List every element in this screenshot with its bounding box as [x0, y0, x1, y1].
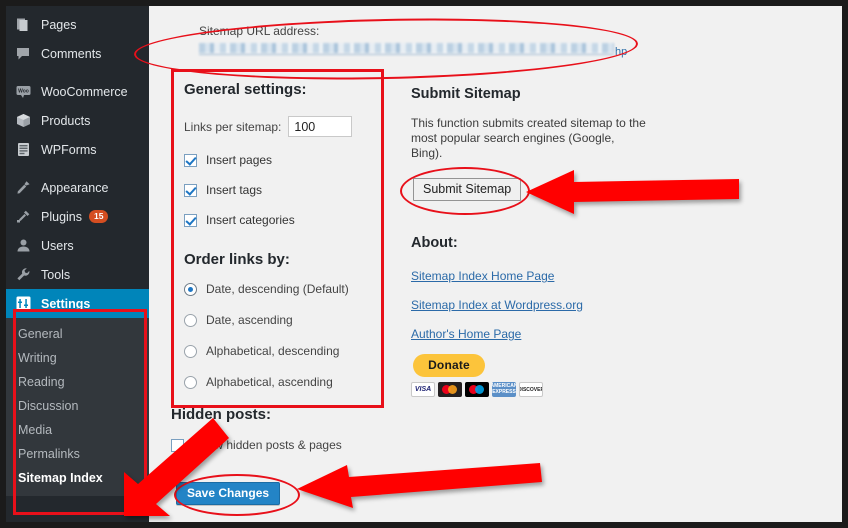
order-date-desc-row[interactable]: Date, descending (Default) — [184, 282, 349, 296]
save-changes-button[interactable]: Save Changes — [176, 482, 281, 505]
order-date-asc-label: Date, ascending — [206, 313, 293, 327]
order-date-asc-row[interactable]: Date, ascending — [184, 313, 293, 327]
insert-pages-row[interactable]: Insert pages — [184, 153, 272, 167]
visa-icon: VISA — [411, 382, 435, 397]
sidebar-item-general[interactable]: General — [6, 322, 149, 346]
sidebar-item-label: Users — [41, 238, 74, 253]
accepted-cards: VISA AMERICAN EXPRESS DISCOVER — [411, 382, 543, 397]
insert-categories-row[interactable]: Insert categories — [184, 213, 295, 227]
screenshot-frame: Pages Comments Woo WooCommerce Products — [0, 0, 848, 528]
order-alpha-asc-row[interactable]: Alphabetical, ascending — [184, 375, 333, 389]
insert-categories-label: Insert categories — [206, 213, 295, 227]
show-hidden-posts-row[interactable]: Show hidden posts & pages — [171, 438, 342, 452]
sidebar-item-media[interactable]: Media — [6, 418, 149, 442]
order-date-desc-label: Date, descending (Default) — [206, 282, 349, 296]
insert-tags-label: Insert tags — [206, 183, 263, 197]
links-per-sitemap-label: Links per sitemap: — [184, 119, 282, 134]
sidebar-separator — [6, 164, 149, 173]
wp-admin-sidebar: Pages Comments Woo WooCommerce Products — [6, 6, 157, 522]
order-links-title: Order links by: — [184, 251, 290, 268]
tools-icon — [15, 266, 32, 283]
sitemap-url-block: Sitemap URL address: — [199, 24, 614, 55]
order-alpha-asc-radio[interactable] — [184, 375, 197, 389]
wpforms-icon — [15, 141, 32, 158]
mastercard-icon — [438, 382, 462, 397]
order-alpha-desc-row[interactable]: Alphabetical, descending — [184, 344, 339, 358]
sidebar-item-tools[interactable]: Tools — [6, 260, 149, 289]
sidebar-item-users[interactable]: Users — [6, 231, 149, 260]
sidebar-item-label: Tools — [41, 267, 71, 282]
link-sitemap-index-home-page[interactable]: Sitemap Index Home Page — [411, 269, 554, 283]
about-title: About: — [411, 235, 458, 251]
insert-categories-checkbox[interactable] — [184, 213, 197, 227]
sidebar-item-label: Pages — [41, 17, 77, 32]
order-date-desc-radio[interactable] — [184, 282, 197, 296]
hidden-posts-block: Hidden posts: — [171, 406, 271, 423]
plugins-icon — [15, 208, 32, 225]
sitemap-url-link-redacted[interactable] — [199, 43, 614, 55]
products-icon — [15, 112, 32, 129]
discover-icon: DISCOVER — [519, 382, 543, 397]
donate-button[interactable]: Donate — [413, 354, 485, 377]
sidebar-item-label: Products — [41, 113, 91, 128]
link-authors-home-page[interactable]: Author's Home Page — [411, 327, 521, 341]
order-alpha-desc-radio[interactable] — [184, 344, 197, 358]
links-per-sitemap-row: Links per sitemap: — [184, 116, 353, 137]
hidden-posts-title: Hidden posts: — [171, 406, 271, 423]
sidebar-item-label: Appearance — [41, 180, 109, 195]
insert-pages-checkbox[interactable] — [184, 153, 197, 167]
sidebar-item-discussion[interactable]: Discussion — [6, 394, 149, 418]
sidebar-item-appearance[interactable]: Appearance — [6, 173, 149, 202]
sidebar-item-sitemap-index[interactable]: Sitemap Index — [6, 466, 149, 490]
sidebar-item-label: Comments — [41, 46, 102, 61]
sidebar-item-plugins[interactable]: Plugins 15 — [6, 202, 149, 231]
sidebar-item-wpforms[interactable]: WPForms — [6, 135, 149, 164]
pages-icon — [15, 16, 32, 33]
svg-text:Woo: Woo — [18, 89, 29, 95]
sidebar-item-woocommerce[interactable]: Woo WooCommerce — [6, 77, 149, 106]
show-hidden-posts-label: Show hidden posts & pages — [193, 438, 342, 452]
sitemap-url-visible-tail: hp — [615, 46, 628, 58]
submit-sitemap-title: Submit Sitemap — [411, 86, 521, 102]
order-date-asc-radio[interactable] — [184, 313, 197, 327]
links-per-sitemap-input[interactable] — [288, 116, 353, 137]
show-hidden-posts-checkbox[interactable] — [171, 438, 184, 452]
order-alpha-desc-label: Alphabetical, descending — [206, 344, 340, 358]
sidebar-separator — [6, 68, 149, 77]
appearance-icon — [15, 179, 32, 196]
sidebar-item-settings[interactable]: Settings — [6, 289, 157, 318]
settings-submenu: General Writing Reading Discussion Media… — [6, 318, 149, 496]
submit-sitemap-button[interactable]: Submit Sitemap — [413, 178, 522, 201]
general-settings-card: General settings: Links per sitemap: Ins… — [171, 69, 384, 408]
sidebar-item-products[interactable]: Products — [6, 106, 149, 135]
general-settings-title: General settings: — [184, 81, 307, 98]
settings-icon — [15, 295, 32, 312]
submit-sitemap-description: This function submits created sitemap to… — [411, 116, 646, 160]
maestro-icon — [465, 382, 489, 397]
settings-page-content: Sitemap URL address: hp General settings… — [149, 6, 842, 522]
sidebar-item-permalinks[interactable]: Permalinks — [6, 442, 149, 466]
insert-tags-row[interactable]: Insert tags — [184, 183, 262, 197]
order-alpha-asc-label: Alphabetical, ascending — [206, 375, 333, 389]
sidebar-item-label: WPForms — [41, 142, 97, 157]
users-icon — [15, 237, 32, 254]
sidebar-item-label: WooCommerce — [41, 84, 128, 99]
sidebar-item-label: Plugins — [41, 209, 82, 224]
amex-icon: AMERICAN EXPRESS — [492, 382, 516, 397]
plugins-update-badge: 15 — [89, 210, 109, 223]
sidebar-item-comments[interactable]: Comments — [6, 39, 149, 68]
woocommerce-icon: Woo — [15, 83, 32, 100]
sidebar-item-writing[interactable]: Writing — [6, 346, 149, 370]
link-sitemap-index-at-wordpress-org[interactable]: Sitemap Index at Wordpress.org — [411, 298, 583, 312]
sidebar-item-label: Settings — [41, 296, 91, 311]
sidebar-item-reading[interactable]: Reading — [6, 370, 149, 394]
comments-icon — [15, 45, 32, 62]
insert-tags-checkbox[interactable] — [184, 183, 197, 197]
sidebar-item-pages[interactable]: Pages — [6, 10, 149, 39]
insert-pages-label: Insert pages — [206, 153, 273, 167]
sitemap-url-label: Sitemap URL address: — [199, 24, 320, 38]
